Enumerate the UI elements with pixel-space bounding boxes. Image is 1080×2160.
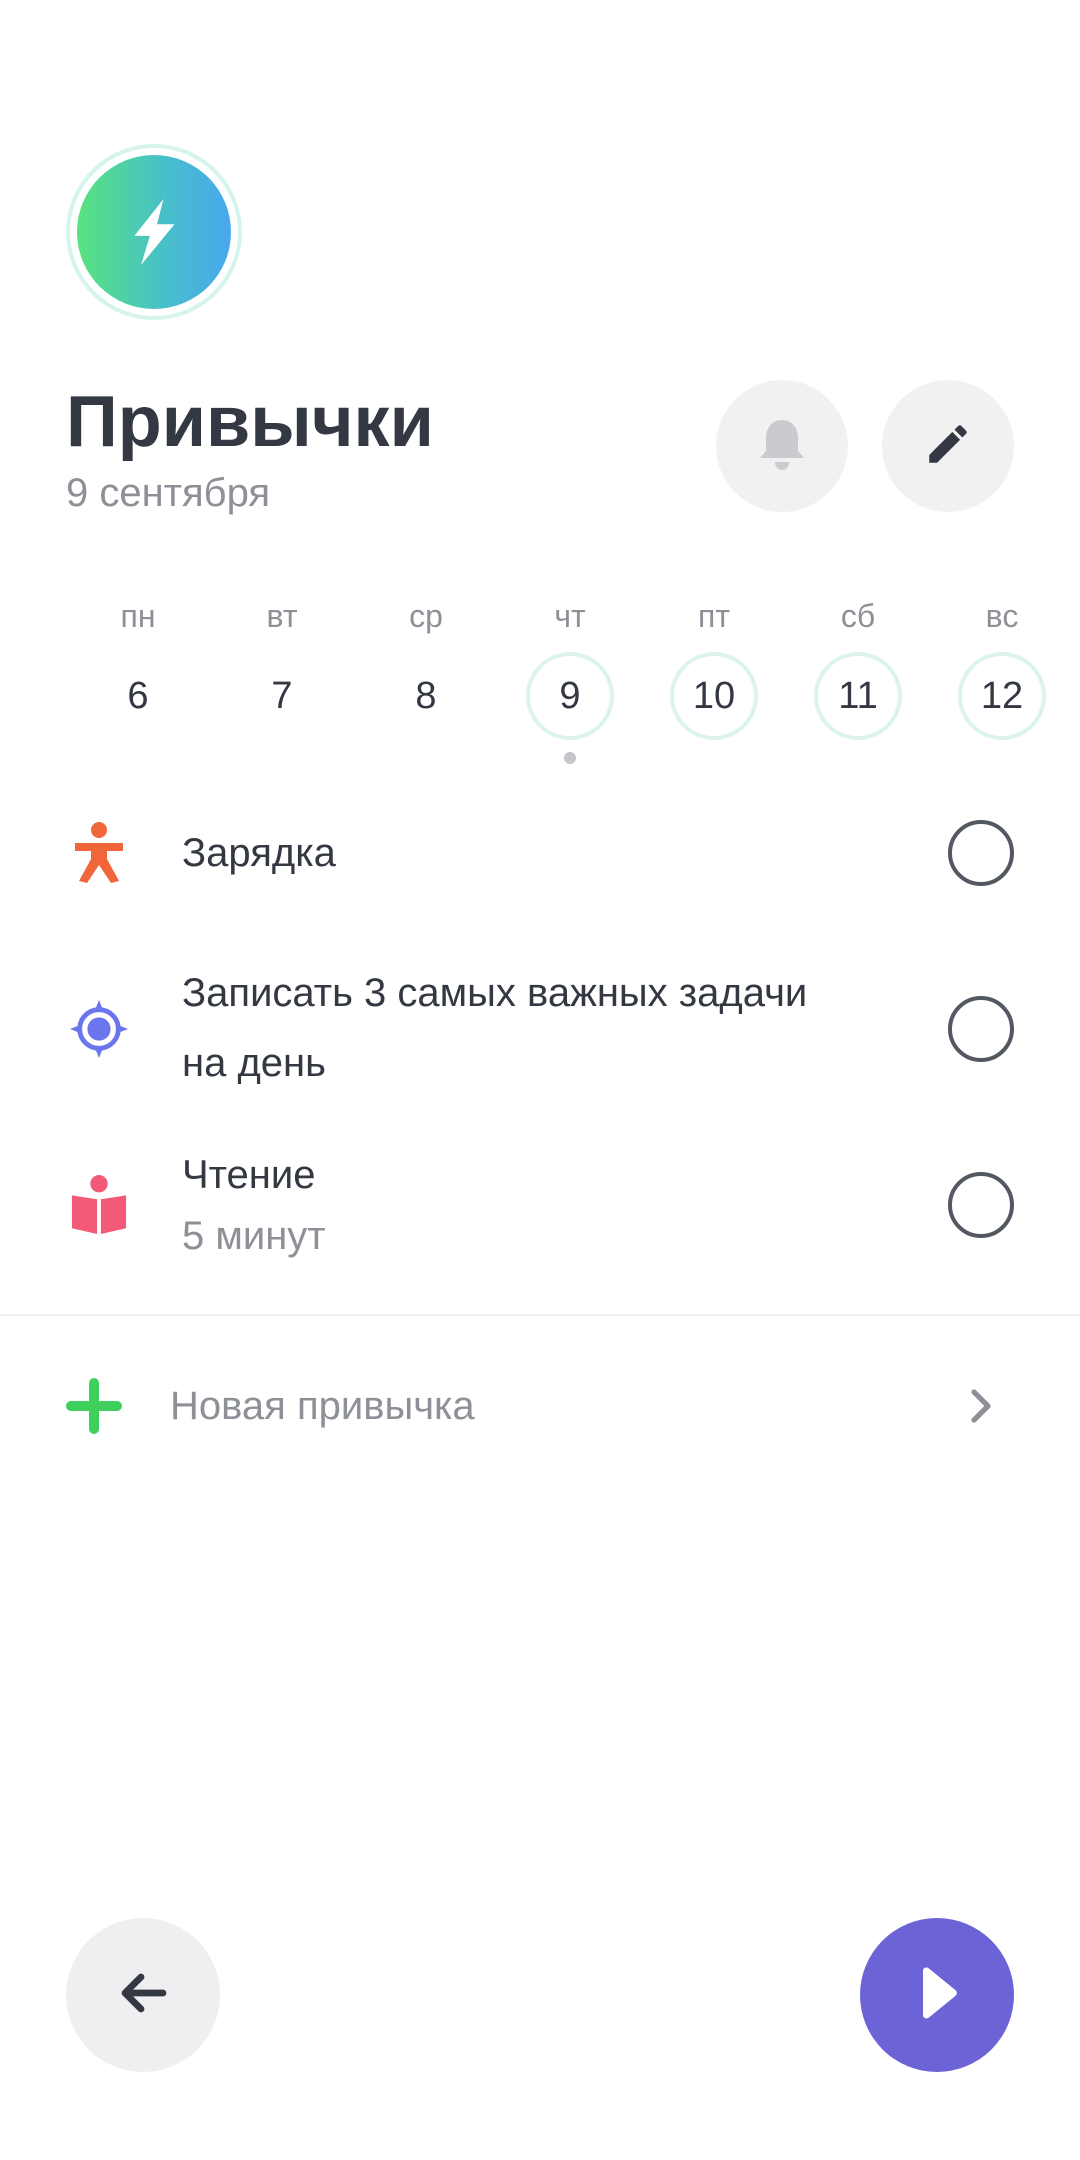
habit-item-exercise[interactable]: Зарядка — [0, 808, 1080, 898]
day-of-week-label: чт — [554, 598, 586, 634]
day-number: 7 — [271, 674, 293, 717]
back-button[interactable] — [66, 1918, 220, 2072]
day-tue[interactable]: вт 7 — [232, 596, 332, 717]
arrow-left-icon — [115, 1965, 171, 2026]
page-title: Привычки — [66, 382, 434, 462]
bell-icon — [757, 417, 807, 476]
day-thu[interactable]: чт 9 — [520, 596, 620, 764]
exercise-person-icon — [66, 820, 132, 886]
day-sat[interactable]: сб 11 — [808, 596, 908, 740]
reading-book-icon — [66, 1172, 132, 1238]
day-sun[interactable]: вс 12 — [952, 596, 1052, 740]
habit-title-line-1: Записать 3 самых важных задачи — [182, 971, 808, 1015]
habit-subtitle: 5 минут — [182, 1214, 326, 1258]
day-of-week-label: вс — [985, 598, 1019, 634]
habit-title: Чтение — [182, 1153, 316, 1197]
day-number: 11 — [838, 674, 878, 717]
play-icon — [913, 1965, 961, 2026]
day-number: 8 — [415, 674, 437, 717]
habit-title: Зарядка — [182, 831, 336, 875]
habit-checkbox[interactable] — [948, 820, 1014, 886]
habit-item-reading[interactable]: Чтение 5 минут — [0, 1140, 1080, 1270]
play-button[interactable] — [860, 1918, 1014, 2072]
pencil-icon — [923, 419, 973, 474]
day-fri[interactable]: пт 10 — [664, 596, 764, 740]
new-habit-label: Новая привычка — [170, 1384, 475, 1428]
app-logo — [66, 144, 242, 320]
day-of-week-label: пн — [120, 598, 156, 634]
day-number: 9 — [559, 674, 581, 717]
habit-checkbox[interactable] — [948, 996, 1014, 1062]
habit-title-line-2: на день — [182, 1041, 326, 1085]
day-wed[interactable]: ср 8 — [376, 596, 476, 717]
new-habit-row[interactable]: Новая привычка — [0, 1360, 1080, 1450]
day-of-week-label: пт — [698, 598, 730, 634]
edit-button[interactable] — [882, 380, 1014, 512]
day-of-week-label: вт — [266, 598, 298, 634]
day-of-week-label: сб — [840, 598, 876, 634]
day-of-week-label: ср — [409, 598, 443, 634]
page-date: 9 сентября — [66, 471, 271, 515]
week-selector: пн 6 вт 7 ср 8 чт 9 пт 10 сб 11 вс 12 — [0, 596, 1080, 776]
plus-icon — [66, 1378, 122, 1434]
day-number: 12 — [980, 674, 1024, 717]
chevron-right-icon — [966, 1386, 996, 1426]
lightning-icon — [77, 155, 231, 309]
habit-item-tasks[interactable]: Записать 3 самых важных задачи на день — [0, 958, 1080, 1098]
habit-checkbox[interactable] — [948, 1172, 1014, 1238]
notifications-button[interactable] — [716, 380, 848, 512]
list-divider — [0, 1314, 1080, 1316]
today-indicator — [564, 752, 576, 764]
day-mon[interactable]: пн 6 — [88, 596, 188, 717]
target-icon — [66, 996, 132, 1062]
day-number: 10 — [692, 674, 736, 717]
day-number: 6 — [127, 674, 149, 717]
